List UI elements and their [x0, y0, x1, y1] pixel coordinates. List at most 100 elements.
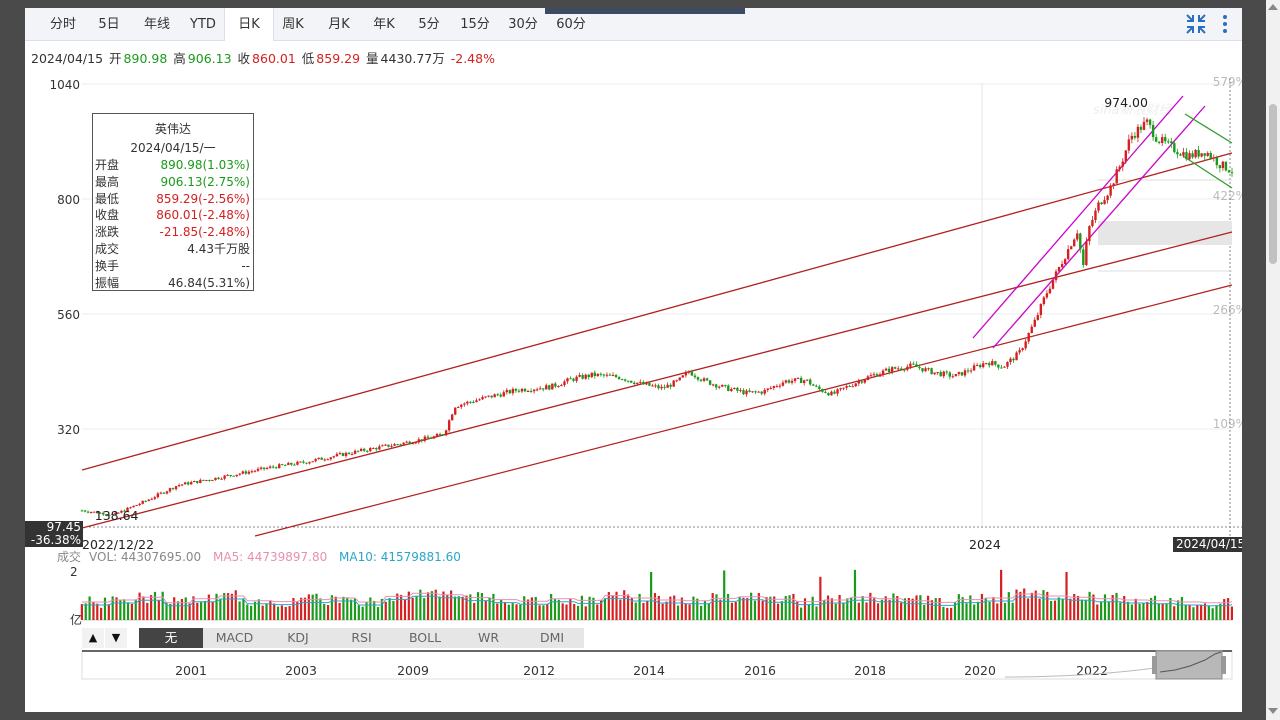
volume-bar	[211, 601, 214, 620]
candle-body	[393, 444, 396, 446]
volume-bar	[253, 601, 257, 620]
volume-bar	[307, 594, 310, 620]
volume-bar	[753, 600, 757, 620]
candle-body	[454, 407, 457, 415]
candle-body	[1082, 249, 1085, 265]
volume-bar	[226, 593, 230, 620]
candle-body	[678, 377, 681, 381]
candle-body	[760, 391, 763, 394]
candle-body	[1142, 121, 1146, 130]
tooltip-row: 收盘 860.01(-2.48%)	[93, 207, 253, 224]
volume-bar	[946, 607, 949, 620]
volume-bar	[1103, 594, 1107, 620]
volume-bar	[1100, 601, 1103, 620]
candle-body	[253, 470, 257, 472]
volume-bar	[684, 603, 687, 620]
volume-bar	[900, 602, 903, 620]
indicator-kdj[interactable]: KDJ	[266, 628, 331, 648]
candle-body	[900, 368, 903, 370]
candle-body	[654, 385, 657, 387]
scroll-up-arrow-icon[interactable]	[1268, 4, 1278, 10]
scrollbar-thumb[interactable]	[1269, 104, 1277, 264]
candle-body	[1206, 153, 1209, 156]
candle-body	[450, 414, 454, 421]
volume-bar	[265, 603, 268, 620]
volume-bar	[1165, 603, 1168, 620]
channel-trendline	[81, 152, 1233, 471]
candle-body	[262, 467, 266, 469]
candle-body	[417, 439, 421, 443]
volume-bar	[180, 599, 183, 620]
candle-body	[156, 493, 160, 498]
candle-body	[329, 457, 333, 460]
candle-body	[1203, 153, 1206, 156]
volume-bar	[1080, 599, 1083, 620]
candle-body	[948, 372, 952, 377]
volume-bar	[950, 607, 953, 620]
scroll-down-arrow-icon[interactable]	[1268, 708, 1278, 714]
candle-body	[796, 377, 800, 379]
candle-body	[1042, 297, 1046, 304]
tooltip-value: --	[241, 258, 250, 273]
candle-body	[211, 480, 214, 482]
volume-bar	[830, 598, 833, 620]
candle-body	[305, 462, 308, 464]
candle-body	[924, 368, 927, 372]
volume-bar	[507, 604, 510, 620]
volume-bar	[903, 598, 907, 620]
volume-bar	[853, 569, 857, 620]
scroll-up-button[interactable]: ▲	[82, 628, 104, 648]
scroll-down-button[interactable]: ▼	[105, 628, 127, 648]
candle-body	[845, 386, 848, 388]
candle-body	[1197, 149, 1200, 157]
volume-bar	[365, 601, 368, 620]
candle-body	[284, 464, 287, 466]
indicator-boll[interactable]: BOLL	[393, 628, 458, 648]
indicator-wr[interactable]: WR	[456, 628, 522, 648]
volume-bar	[1084, 599, 1087, 620]
navigator-right-handle	[1221, 656, 1226, 674]
candle-body	[238, 473, 241, 475]
candle-body	[517, 390, 521, 392]
volume-bar	[846, 598, 849, 620]
candle-body	[244, 471, 248, 474]
indicator-无[interactable]: 无	[139, 628, 204, 648]
volume-bar	[1134, 598, 1137, 620]
candle-body	[693, 375, 697, 378]
volume-bar	[173, 597, 176, 620]
candle-body	[511, 388, 515, 394]
volume-bar	[1034, 590, 1037, 620]
volume-bar	[1223, 599, 1226, 620]
candle-body	[711, 384, 715, 386]
volume-bar	[550, 594, 553, 620]
indicator-rsi[interactable]: RSI	[329, 628, 395, 648]
candle-body	[684, 372, 688, 376]
volume-bar	[634, 602, 637, 620]
volume-bar	[403, 599, 407, 620]
volume-bar	[576, 605, 580, 620]
candle-body	[1151, 124, 1155, 138]
volume-bar	[611, 595, 614, 620]
volume-bar	[373, 600, 376, 620]
volume-bar	[1000, 569, 1003, 620]
volume-bar	[184, 597, 187, 620]
candle-body	[1000, 367, 1003, 369]
candle-body	[408, 441, 411, 444]
candle-body	[848, 386, 851, 388]
volume-bar	[123, 599, 126, 620]
candle-body	[830, 391, 833, 396]
volume-bar	[446, 595, 449, 620]
candle-body	[663, 386, 666, 388]
tooltip-row: 换手 --	[93, 258, 253, 275]
indicator-macd[interactable]: MACD	[202, 628, 268, 648]
candle-body	[423, 436, 427, 441]
candle-body	[1200, 153, 1203, 157]
volume-bar	[492, 593, 495, 620]
candle-body	[296, 461, 299, 465]
pct-tick-label: 109%	[1213, 417, 1242, 431]
volume-bar	[396, 593, 399, 620]
volume-bar	[538, 605, 541, 620]
indicator-dmi[interactable]: DMI	[520, 628, 585, 648]
candle-body	[718, 386, 721, 388]
candle-body	[1039, 303, 1043, 316]
